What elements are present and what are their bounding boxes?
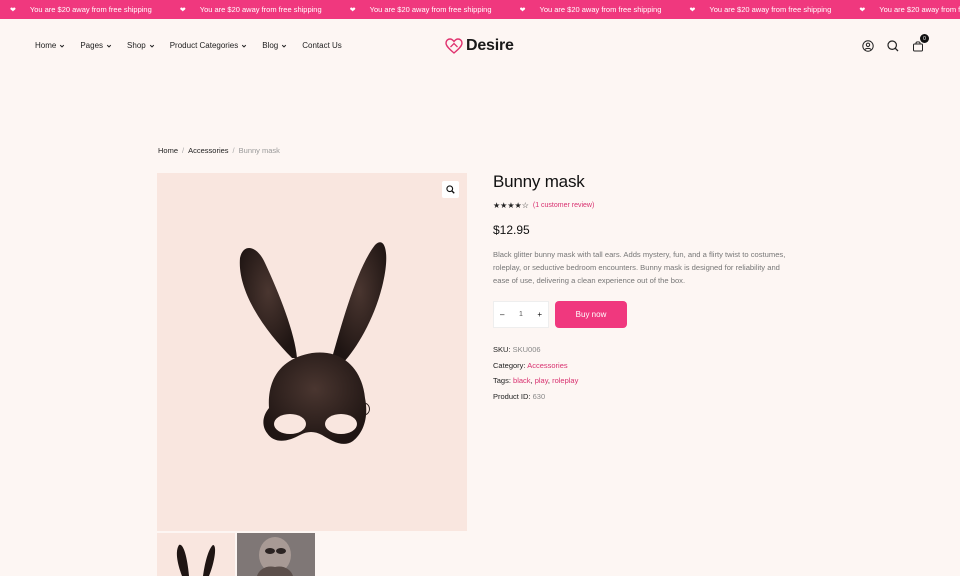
account-button[interactable]: [861, 39, 874, 52]
meta-label: SKU:: [493, 345, 511, 354]
zoom-button[interactable]: [442, 181, 459, 198]
product-price: $12.95: [493, 223, 530, 237]
chevron-down-icon: [242, 44, 247, 48]
shipping-ticker: ❤ You are $20 away from free shipping ❤ Yo…: [0, 0, 960, 19]
search-icon: [886, 39, 898, 51]
product-rating: ★★★★☆ (1 customer review): [493, 201, 803, 210]
chevron-down-icon: [106, 44, 112, 48]
ticker-item: ❤You are $20 away from free shipping: [179, 5, 322, 14]
site-logo[interactable]: Desire: [445, 37, 514, 55]
main-nav: Home Pages Shop Product Categories Blog …: [35, 41, 357, 50]
ticker-item: ❤You are $20 away from free shipping: [349, 5, 492, 14]
product-title: Bunny mask: [493, 172, 585, 191]
tag-link[interactable]: black: [513, 376, 531, 385]
sku-value: SKU006: [512, 345, 541, 354]
breadcrumb-separator: /: [232, 146, 235, 155]
user-icon: [861, 39, 874, 52]
ticker-item: ❤You are $20 away from free shipping: [10, 5, 152, 14]
chevron-down-icon: [60, 44, 65, 48]
search-button[interactable]: [886, 39, 899, 52]
heart-icon: ❤: [519, 6, 526, 14]
review-link[interactable]: (1 customer review): [533, 202, 594, 209]
zoom-icon: [446, 185, 455, 194]
nav-label: Blog: [262, 41, 279, 50]
increase-quantity-button[interactable]: +: [537, 310, 542, 319]
nav-label: Home: [35, 41, 57, 50]
breadcrumb-separator: /: [182, 146, 185, 155]
nav-item-contact-us[interactable]: Contact Us: [302, 41, 342, 50]
nav-label: Shop: [127, 41, 146, 50]
tag-link[interactable]: roleplay: [552, 376, 578, 385]
nav-item-shop[interactable]: Shop: [127, 41, 155, 50]
heart-icon: ❤: [179, 6, 186, 14]
thumbnail-strip: [157, 533, 315, 576]
category-link[interactable]: Accessories: [527, 361, 567, 370]
quantity-stepper: – 1 +: [493, 301, 549, 328]
breadcrumb-category[interactable]: Accessories: [188, 146, 228, 155]
bunny-mask-image: [239, 242, 387, 444]
product-image[interactable]: [157, 173, 467, 531]
breadcrumb-home[interactable]: Home: [158, 146, 178, 155]
product-id-value: 630: [532, 391, 546, 401]
heart-icon: ❤: [10, 6, 16, 14]
breadcrumb: Home / Accessories / Bunny mask: [158, 146, 280, 155]
nav-label: Product Categories: [169, 41, 239, 50]
chevron-down-icon: [282, 44, 287, 48]
tag-link[interactable]: play: [535, 376, 548, 385]
nav-label: Contact Us: [302, 41, 342, 50]
thumbnail-mask-image: [176, 544, 216, 576]
meta-category: Category: Accessories: [493, 361, 803, 370]
product-summary: Bunny mask ★★★★☆ (1 customer review) $12…: [493, 172, 803, 407]
ticker-track: ❤ You are $20 away from free shipping ❤ Yo…: [0, 0, 960, 19]
meta-sku: SKU: SKU006: [493, 345, 803, 354]
nav-item-product-categories[interactable]: Product Categories: [170, 41, 247, 50]
nav-label: Pages: [80, 41, 104, 50]
site-header: Home Pages Shop Product Categories Blog …: [0, 19, 960, 75]
quantity-value[interactable]: 1: [519, 311, 523, 318]
ticker-item: ❤You are $20 away from free shipping: [519, 5, 662, 14]
meta-label: Product ID:: [493, 391, 531, 401]
nav-item-pages[interactable]: Pages: [80, 41, 112, 50]
meta-product-id: Product ID: 630: [493, 392, 803, 401]
star-rating: ★★★★☆: [493, 201, 529, 210]
thumbnail-model-image: [237, 533, 315, 576]
cart-button[interactable]: 0: [911, 34, 929, 52]
heart-icon: ❤: [859, 6, 866, 14]
meta-tags: Tags: black, play, roleplay: [493, 376, 579, 386]
heart-icon: ❤: [689, 6, 696, 14]
product-meta: SKU: SKU006 Category: Accessories Tags: …: [493, 345, 803, 401]
header-icons: 0: [861, 34, 929, 52]
cart-count-badge: 0: [920, 34, 929, 43]
nav-item-home[interactable]: Home: [35, 41, 65, 50]
decrease-quantity-button[interactable]: –: [500, 310, 504, 319]
thumbnail-1[interactable]: [157, 533, 235, 576]
nav-item-blog[interactable]: Blog: [262, 41, 287, 50]
heart-logo-icon: [445, 38, 463, 54]
thumbnail-2[interactable]: [237, 533, 315, 576]
heart-icon: ❤: [349, 6, 356, 14]
ticker-item: ❤You are $20 away from free shipping: [689, 5, 832, 14]
logo-text: Desire: [466, 37, 514, 54]
buy-now-button[interactable]: Buy now: [555, 301, 627, 328]
chevron-down-icon: [149, 44, 154, 48]
product-description: Black glitter bunny mask with tall ears.…: [493, 250, 786, 285]
breadcrumb-current: Bunny mask: [238, 146, 280, 155]
ticker-item: ❤You are $20 away from free shipping: [859, 5, 960, 14]
meta-label: Tags:: [493, 376, 511, 386]
buy-row: – 1 + Buy now: [493, 301, 803, 328]
meta-label: Category:: [493, 360, 526, 370]
